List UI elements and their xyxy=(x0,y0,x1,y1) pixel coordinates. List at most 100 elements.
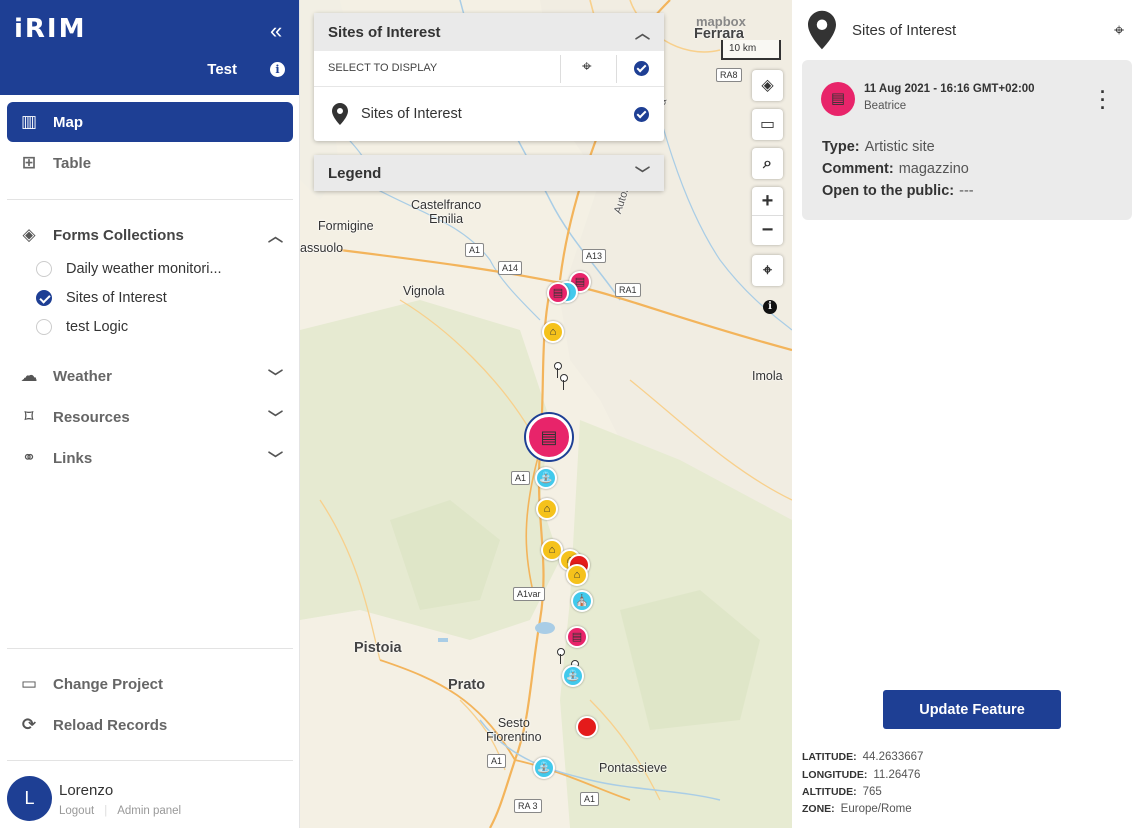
map-marker[interactable]: ▤ xyxy=(547,282,569,304)
feature-comment: Comment: magazzino xyxy=(822,161,969,177)
road-label-a1: A1 xyxy=(465,243,485,257)
chevron-down-icon: ﹀ xyxy=(267,409,283,427)
locate-feature-icon[interactable]: ⌖ xyxy=(1114,20,1124,41)
map-pin-icon xyxy=(332,103,348,125)
update-feature-button[interactable]: Update Feature xyxy=(883,690,1061,729)
map-pin[interactable] xyxy=(557,648,565,664)
legend-title: Legend xyxy=(328,164,382,182)
road-label-a1: A1 xyxy=(487,754,507,768)
map-marker[interactable]: ⌂ xyxy=(566,564,588,586)
form-item-test-logic[interactable]: test Logic xyxy=(36,314,128,340)
feature-type: Type: Artistic site xyxy=(822,139,935,155)
comment-value: magazzino xyxy=(898,161,969,177)
longitude-value: 11.26476 xyxy=(873,769,921,781)
forms-collections-title: Forms Collections xyxy=(53,226,184,244)
form-item-label: Sites of Interest xyxy=(66,290,167,306)
longitude-label: LONGITUDE: xyxy=(802,769,868,781)
logout-link[interactable]: Logout xyxy=(59,805,94,817)
search-button[interactable]: ⌕ xyxy=(752,148,783,179)
admin-panel-link[interactable]: Admin panel xyxy=(117,805,181,817)
collapse-sidebar-icon[interactable]: « xyxy=(270,18,282,44)
feature-panel-header: Sites of Interest ⌖ xyxy=(792,0,1142,60)
forms-collections-toggle[interactable]: ◈ Forms Collections ︿ xyxy=(7,217,293,253)
place-pistoia: Pistoia xyxy=(354,640,402,656)
nav-table[interactable]: ⊞ Table xyxy=(7,143,293,183)
road-label-a13: A13 xyxy=(582,249,607,263)
form-item-sites-of-interest[interactable]: Sites of Interest xyxy=(36,285,167,311)
nav-table-label: Table xyxy=(53,154,92,172)
layer-panel-header[interactable]: Sites of Interest ︿ xyxy=(314,13,664,51)
measure-button[interactable]: ▭ xyxy=(752,109,783,140)
latitude-row: LATITUDE: 44.2633667 xyxy=(802,751,923,763)
feature-public: Open to the public: --- xyxy=(822,183,974,199)
sidebar-header: iRIM « Test i xyxy=(0,0,299,95)
divider xyxy=(7,199,293,200)
resources-toggle[interactable]: ⌑ Resources ﹀ xyxy=(7,399,293,435)
zone-row: ZONE: Europe/Rome xyxy=(802,803,912,815)
info-icon[interactable]: i xyxy=(270,62,285,77)
longitude-row: LONGITUDE: 11.26476 xyxy=(802,769,920,781)
divider xyxy=(616,55,617,83)
project-name: Test xyxy=(207,61,237,78)
layer-item[interactable]: Sites of Interest xyxy=(314,87,664,141)
map-marker[interactable]: ⌂ xyxy=(542,321,564,343)
map-pin-icon xyxy=(808,10,836,50)
select-all-checkbox[interactable] xyxy=(634,61,649,76)
info-icon[interactable]: i xyxy=(763,300,777,314)
feature-author: Beatrice xyxy=(864,100,907,112)
latitude-label: LATITUDE: xyxy=(802,751,857,763)
map-marker[interactable]: ⛲ xyxy=(533,757,555,779)
reload-records-button[interactable]: ⟳ Reload Records xyxy=(7,707,293,743)
map-marker[interactable]: ⛲ xyxy=(562,665,584,687)
public-value: --- xyxy=(959,183,974,199)
kebab-menu-icon[interactable]: · · · xyxy=(1100,83,1106,117)
map-canvas[interactable]: Ferrara Castelfranco Emilia Formigine as… xyxy=(300,0,792,828)
map-marker[interactable]: ▤ xyxy=(566,626,588,648)
avatar: L xyxy=(7,776,52,821)
vector-square-icon: ⌑ xyxy=(24,407,34,426)
form-item-label: Daily weather monitori... xyxy=(66,261,222,277)
selected-map-marker[interactable]: ▤ xyxy=(526,414,572,460)
place-formigine: Formigine xyxy=(318,219,374,233)
zone-value: Europe/Rome xyxy=(840,803,912,815)
radio-checked-icon xyxy=(36,290,52,306)
legend-header[interactable]: Legend ﹀ xyxy=(314,155,664,191)
divider xyxy=(7,648,293,649)
place-vignola: Vignola xyxy=(403,284,445,298)
zoom-in-button[interactable]: + xyxy=(752,187,783,216)
layers-icon: ◈ xyxy=(22,225,36,244)
layers-control-button[interactable]: ◈ xyxy=(752,70,783,101)
artistic-site-icon: ▤ xyxy=(821,82,855,116)
zoom-out-button[interactable]: − xyxy=(752,216,783,245)
mapbox-attribution: mapbox xyxy=(696,14,746,29)
map-pin[interactable] xyxy=(560,374,568,390)
ruler-icon: ▭ xyxy=(759,116,776,133)
altitude-value: 765 xyxy=(862,786,882,798)
road-label-ra3: RA 3 xyxy=(514,799,542,813)
radio-unchecked-icon xyxy=(36,319,52,335)
road-label-a1var: A1var xyxy=(513,587,545,601)
map-marker[interactable]: ⛲ xyxy=(535,467,557,489)
zone-label: ZONE: xyxy=(802,803,835,815)
chevron-down-icon[interactable]: ﹀ xyxy=(635,163,650,184)
nav-map[interactable]: ▥ Map xyxy=(7,102,293,142)
locate-icon[interactable]: ⌖ xyxy=(582,57,592,77)
change-project-button[interactable]: ▭ Change Project xyxy=(7,666,293,702)
weather-toggle[interactable]: ☁ Weather ﹀ xyxy=(7,358,293,394)
crosshair-icon: ⌖ xyxy=(762,262,772,279)
form-item-daily-weather[interactable]: Daily weather monitori... xyxy=(36,256,222,282)
map-marker[interactable]: ⌂ xyxy=(536,498,558,520)
app-root: iRIM « Test i ▥ Map ⊞ Table ◈ Forms Coll… xyxy=(0,0,1142,828)
chevron-down-icon: ﹀ xyxy=(267,368,283,386)
chevron-up-icon[interactable]: ︿ xyxy=(635,22,650,43)
layer-item-label: Sites of Interest xyxy=(361,106,462,122)
map-marker[interactable] xyxy=(576,716,598,738)
geolocate-button[interactable]: ⌖ xyxy=(752,255,783,286)
altitude-row: ALTITUDE: 765 xyxy=(802,786,882,798)
layer-checkbox[interactable] xyxy=(634,107,649,122)
map-marker[interactable]: ⛪ xyxy=(571,590,593,612)
place-imola: Imola xyxy=(752,369,783,383)
user-section: L Lorenzo Logout | Admin panel xyxy=(0,761,300,828)
cloud-sun-icon: ☁ xyxy=(20,366,38,385)
links-toggle[interactable]: ⚭ Links ﹀ xyxy=(7,440,293,476)
